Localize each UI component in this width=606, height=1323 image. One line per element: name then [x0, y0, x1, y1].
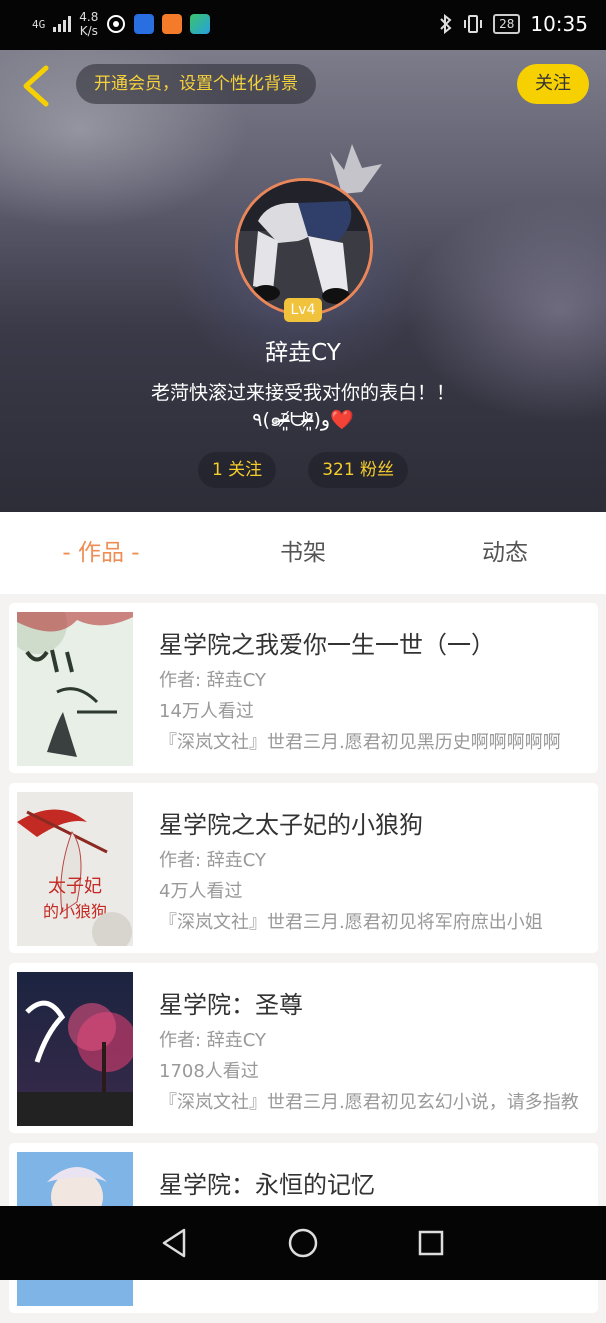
profile-tabs: - 作品 - 书架 动态 [0, 512, 606, 594]
svg-text:的小狼狗: 的小狼狗 [43, 903, 107, 921]
book-author: 作者: 辞垚CY [159, 850, 267, 871]
stats-row: 1 关注 321 粉丝 [0, 452, 606, 488]
status-right: 28 10:35 [439, 12, 588, 36]
level-badge: Lv4 [284, 298, 322, 322]
book-title: 星学院之我爱你一生一世（一） [159, 631, 495, 659]
back-button[interactable] [18, 64, 58, 108]
speed-unit: K/s [79, 24, 98, 38]
app-weibo-icon [134, 14, 155, 34]
book-views: 4万人看过 [159, 881, 243, 902]
list-item[interactable]: 太子妃 的小狼狗 星学院之太子妃的小狼狗 作者: 辞垚CY 4万人看过 『深岚文… [9, 783, 598, 953]
tab-activity[interactable]: 动态 [404, 512, 606, 594]
book-title: 星学院：圣尊 [159, 991, 303, 1019]
bluetooth-icon [440, 14, 452, 34]
app-swirl-icon [107, 15, 126, 33]
book-cover-image [17, 972, 133, 1126]
vibrate-icon [464, 15, 483, 33]
book-cover [17, 972, 133, 1126]
book-author: 作者: 辞垚CY [159, 1030, 267, 1051]
status-bar: 4G 4.8 K/s 28 10:35 [0, 0, 606, 50]
tab-bookshelf[interactable]: 书架 [202, 512, 404, 594]
triangle-back-icon[interactable] [158, 1226, 192, 1260]
book-description: 『深岚文社』世君三月.愿君初见将军府庶出小姐 [159, 912, 543, 933]
book-views: 1708人看过 [159, 1061, 259, 1082]
book-cover-image [17, 612, 133, 766]
book-description: 『深岚文社』世君三月.愿君初见黑历史啊啊啊啊啊 [159, 732, 561, 753]
book-author: 作者: 辞垚CY [159, 670, 267, 691]
app-uc-icon [162, 14, 183, 34]
username: 辞垚CY [265, 340, 341, 366]
book-views: 14万人看过 [159, 701, 254, 722]
status-left: 4G 4.8 K/s [32, 10, 211, 38]
app-play-icon [190, 14, 211, 34]
book-title: 星学院之太子妃的小狼狗 [159, 811, 423, 839]
clock: 10:35 [530, 12, 588, 36]
chevron-left-icon [23, 65, 49, 107]
battery-indicator: 28 [493, 14, 521, 34]
follow-button[interactable]: 关注 [517, 64, 589, 104]
fans-count[interactable]: 321 粉丝 [308, 452, 409, 488]
speed-value: 4.8 [79, 10, 99, 24]
avatar-image [238, 181, 370, 313]
list-item[interactable]: 星学院之我爱你一生一世（一） 作者: 辞垚CY 14万人看过 『深岚文社』世君三… [9, 603, 598, 773]
book-title: 星学院：永恒的记忆 [159, 1171, 375, 1199]
network-speed: 4.8 K/s [79, 10, 98, 38]
list-item[interactable]: 星学院：圣尊 作者: 辞垚CY 1708人看过 『深岚文社』世君三月.愿君初见玄… [9, 963, 598, 1133]
square-recent-icon[interactable] [414, 1226, 448, 1260]
system-nav-bar [0, 1206, 606, 1280]
tab-works[interactable]: - 作品 - [0, 512, 202, 594]
network-indicator: 4G [32, 17, 46, 31]
profile-header: 开通会员，设置个性化背景 关注 Lv4 辞垚CY 老菏快滚过来接受我对你的表白！… [0, 50, 606, 512]
book-cover [17, 612, 133, 766]
bio-line-2: ٩(๑ᵒ̴̶̷͈᷄ᗨᵒ̴̶̷͈᷅)و❤️ [252, 409, 354, 431]
avatar[interactable] [235, 178, 373, 316]
book-cover: 太子妃 的小狼狗 [17, 792, 133, 946]
book-cover-image: 太子妃 的小狼狗 [17, 792, 133, 946]
signal-icon [53, 16, 72, 32]
bio: 老菏快滚过来接受我对你的表白！！ ٩(๑ᵒ̴̶̷͈᷄ᗨᵒ̴̶̷͈᷅)و❤️ [0, 380, 606, 434]
svg-text:太子妃: 太子妃 [48, 876, 102, 896]
vip-background-button[interactable]: 开通会员，设置个性化背景 [76, 64, 316, 104]
following-count[interactable]: 1 关注 [197, 452, 277, 488]
bio-line-1: 老菏快滚过来接受我对你的表白！！ [150, 382, 455, 404]
circle-home-icon[interactable] [286, 1226, 320, 1260]
book-description: 『深岚文社』世君三月.愿君初见玄幻小说，请多指教 [159, 1092, 579, 1113]
